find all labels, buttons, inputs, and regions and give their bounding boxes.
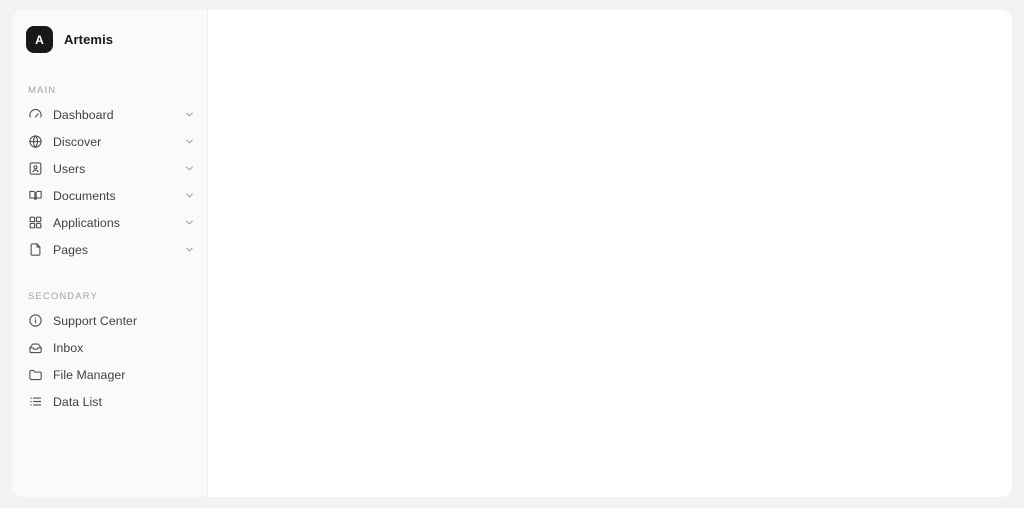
app-card: A Artemis MAIN Dashboard Discover Users … bbox=[12, 10, 1012, 497]
chevron-down-icon[interactable] bbox=[184, 163, 195, 174]
sidebar-item-label: Support Center bbox=[53, 313, 138, 328]
sidebar-section-label-secondary: SECONDARY bbox=[28, 291, 98, 302]
file-icon bbox=[28, 242, 43, 257]
sidebar: A Artemis MAIN Dashboard Discover Users … bbox=[12, 10, 208, 497]
main-content-area bbox=[208, 10, 1012, 497]
book-open-icon bbox=[28, 188, 43, 203]
sidebar-item-label: Inbox bbox=[53, 340, 84, 355]
chevron-down-icon[interactable] bbox=[184, 190, 195, 201]
sidebar-item-data-list[interactable]: Data List bbox=[12, 388, 207, 415]
sidebar-item-applications[interactable]: Applications bbox=[12, 209, 207, 236]
list-icon bbox=[28, 394, 43, 409]
grid-icon bbox=[28, 215, 43, 230]
sidebar-item-support-center[interactable]: Support Center bbox=[12, 307, 207, 334]
sidebar-item-label: Dashboard bbox=[53, 107, 114, 122]
chevron-down-icon[interactable] bbox=[184, 244, 195, 255]
sidebar-item-label: File Manager bbox=[53, 367, 126, 382]
sidebar-item-dashboard[interactable]: Dashboard bbox=[12, 101, 207, 128]
inbox-icon bbox=[28, 340, 43, 355]
sidebar-item-discover[interactable]: Discover bbox=[12, 128, 207, 155]
sidebar-item-documents[interactable]: Documents bbox=[12, 182, 207, 209]
chevron-down-icon[interactable] bbox=[184, 109, 195, 120]
sidebar-section-label-main: MAIN bbox=[28, 85, 57, 96]
gauge-icon bbox=[28, 107, 43, 122]
sidebar-nav-secondary: Support Center Inbox File Manager Data L… bbox=[12, 307, 207, 415]
sidebar-item-users[interactable]: Users bbox=[12, 155, 207, 182]
sidebar-item-label: Discover bbox=[53, 134, 102, 149]
brand-logo-badge: A bbox=[26, 26, 53, 53]
info-circle-icon bbox=[28, 313, 43, 328]
contact-card-icon bbox=[28, 161, 43, 176]
folder-icon bbox=[28, 367, 43, 382]
sidebar-item-label: Users bbox=[53, 161, 86, 176]
sidebar-item-label: Data List bbox=[53, 394, 102, 409]
globe-icon bbox=[28, 134, 43, 149]
sidebar-nav-main: Dashboard Discover Users Documents Appli… bbox=[12, 101, 207, 263]
sidebar-item-file-manager[interactable]: File Manager bbox=[12, 361, 207, 388]
brand-name: Artemis bbox=[64, 32, 114, 47]
sidebar-item-label: Applications bbox=[53, 215, 120, 230]
chevron-down-icon[interactable] bbox=[184, 136, 195, 147]
sidebar-item-label: Documents bbox=[53, 188, 116, 203]
sidebar-item-inbox[interactable]: Inbox bbox=[12, 334, 207, 361]
brand[interactable]: A Artemis bbox=[12, 10, 207, 53]
chevron-down-icon[interactable] bbox=[184, 217, 195, 228]
sidebar-item-label: Pages bbox=[53, 242, 89, 257]
sidebar-item-pages[interactable]: Pages bbox=[12, 236, 207, 263]
